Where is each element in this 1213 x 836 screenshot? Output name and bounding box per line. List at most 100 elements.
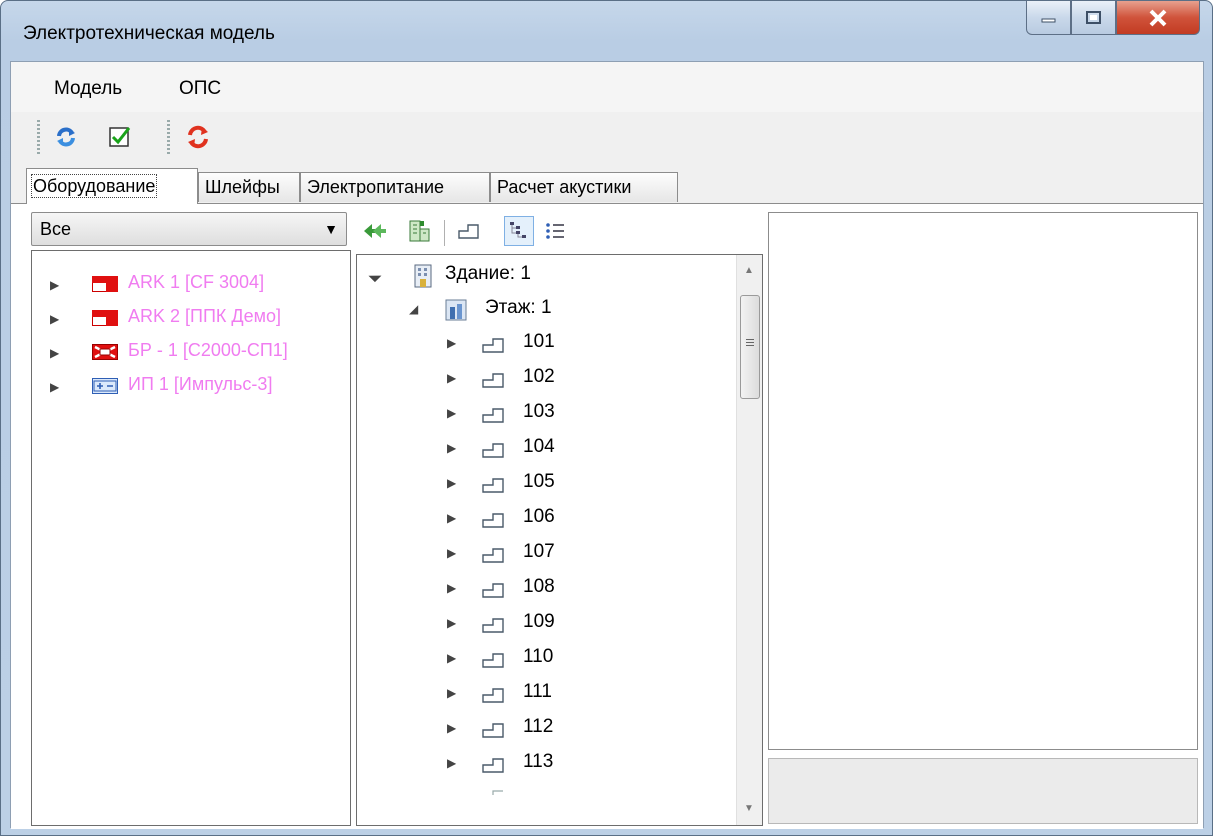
- caption-buttons: [1026, 1, 1200, 35]
- tree-node-room[interactable]: ▶ 105: [357, 467, 737, 501]
- room-icon: [482, 758, 504, 773]
- device-panel: Все ▼ ▶ ARK 1 [CF 3004] ▶ ARK 2 [ППК Дем…: [31, 212, 351, 826]
- expand-arrow-icon[interactable]: ▶: [447, 371, 456, 385]
- expand-arrow-icon[interactable]: ▶: [447, 441, 456, 455]
- power-supply-icon: [92, 378, 118, 394]
- expand-arrow-icon[interactable]: ▶: [447, 336, 456, 350]
- structure-panel: ◢ Здание: 1 ◢ Этаж: 1 ▶ 101 ▶ 102 ▶ 103 …: [356, 212, 763, 826]
- expand-arrow-icon[interactable]: ▶: [447, 686, 456, 700]
- tree-node-room[interactable]: ▶ 113: [357, 747, 737, 781]
- toolbar-grip[interactable]: [37, 120, 40, 156]
- tree-node-room[interactable]: ▶ 101: [357, 327, 737, 361]
- expand-arrow-icon[interactable]: ▶: [447, 721, 456, 735]
- list-item[interactable]: ▶ БР - 1 [С2000-СП1]: [32, 337, 350, 367]
- tab-page-equipment: Все ▼ ▶ ARK 1 [CF 3004] ▶ ARK 2 [ППК Дем…: [11, 203, 1203, 829]
- main-window: Электротехническая модель Модель ОПС Обо…: [0, 0, 1213, 836]
- expand-arrow-icon[interactable]: ▶: [50, 346, 59, 360]
- structure-toolbar: [356, 212, 763, 254]
- list-item[interactable]: ▶ ARK 1 [CF 3004]: [32, 269, 350, 299]
- room-icon: [482, 583, 504, 598]
- expand-arrow-icon[interactable]: ▶: [447, 546, 456, 560]
- title-bar[interactable]: Электротехническая модель: [1, 1, 1212, 61]
- tree-node-building[interactable]: ◢ Здание: 1: [357, 259, 737, 293]
- tree-node-room-partial[interactable]: [357, 785, 737, 797]
- scroll-up-icon[interactable]: ▲: [744, 265, 754, 276]
- tree-node-room[interactable]: ▶ 108: [357, 572, 737, 606]
- expand-arrow-icon[interactable]: ▶: [447, 651, 456, 665]
- menu-ops[interactable]: ОПС: [179, 78, 221, 100]
- device-label: БР - 1 [С2000-СП1]: [128, 340, 288, 360]
- list-item[interactable]: ▶ ARK 2 [ППК Демо]: [32, 303, 350, 333]
- room-label: 112: [523, 716, 554, 737]
- tree-scrollbar[interactable]: ▲ ▼: [736, 255, 762, 825]
- tab-equipment[interactable]: Оборудование: [26, 168, 198, 204]
- menu-model[interactable]: Модель: [54, 78, 122, 100]
- tree-node-room[interactable]: ▶ 111: [357, 677, 737, 711]
- expand-arrow-icon[interactable]: ▶: [447, 616, 456, 630]
- close-button[interactable]: [1116, 1, 1200, 35]
- room-label: 110: [523, 646, 554, 667]
- validate-button[interactable]: [105, 122, 135, 152]
- room-button[interactable]: [454, 216, 484, 246]
- floor-plan-icon: [409, 220, 430, 242]
- tab-power[interactable]: Электропитание: [300, 172, 490, 202]
- tree-node-room[interactable]: ▶ 102: [357, 362, 737, 396]
- tree-node-room[interactable]: ▶ 112: [357, 712, 737, 746]
- device-label: ИП 1 [Импульс-3]: [128, 374, 273, 394]
- toolbar-grip-2[interactable]: [167, 120, 170, 156]
- expand-arrow-icon[interactable]: ▶: [447, 476, 456, 490]
- refresh-icon: [57, 127, 75, 147]
- expand-arrow-icon[interactable]: ▶: [447, 406, 456, 420]
- minimize-button[interactable]: [1026, 1, 1071, 35]
- device-list[interactable]: ▶ ARK 1 [CF 3004] ▶ ARK 2 [ППК Демо] ▶ Б…: [31, 250, 351, 826]
- filter-combobox[interactable]: Все ▼: [31, 212, 347, 246]
- tree-node-floor[interactable]: ◢ Этаж: 1: [357, 293, 737, 327]
- double-arrow-left-icon: [364, 224, 386, 238]
- tree-node-room[interactable]: ▶ 106: [357, 502, 737, 536]
- device-label: ARK 2 [ППК Демо]: [128, 306, 281, 326]
- expand-arrow-icon[interactable]: ▶: [50, 380, 59, 394]
- collapse-arrow-icon[interactable]: ◢: [367, 267, 383, 283]
- refresh-button[interactable]: [51, 122, 81, 152]
- tab-acoustics[interactable]: Расчет акустики: [490, 172, 678, 202]
- list-item[interactable]: ▶ ИП 1 [Импульс-3]: [32, 371, 350, 401]
- scroll-down-icon[interactable]: ▼: [744, 803, 754, 814]
- floor-icon: [445, 299, 467, 321]
- tab-loops[interactable]: Шлейфы: [198, 172, 300, 202]
- expand-arrow-icon[interactable]: ▶: [50, 278, 59, 292]
- scroll-thumb[interactable]: [740, 295, 760, 399]
- room-icon: [482, 513, 504, 528]
- maximize-button[interactable]: [1071, 1, 1116, 35]
- restore-icon: [1085, 10, 1101, 24]
- list-view-button[interactable]: [540, 216, 570, 246]
- grip-icon: [746, 339, 754, 347]
- collapse-arrow-icon[interactable]: ◢: [409, 302, 418, 316]
- tree-node-room[interactable]: ▶ 104: [357, 432, 737, 466]
- room-label: 106: [523, 506, 555, 527]
- close-icon: [1149, 9, 1167, 26]
- structure-tree[interactable]: ◢ Здание: 1 ◢ Этаж: 1 ▶ 101 ▶ 102 ▶ 103 …: [356, 254, 763, 826]
- room-label: 104: [523, 436, 555, 457]
- minimize-icon: [1041, 18, 1055, 22]
- tree-node-room[interactable]: ▶ 103: [357, 397, 737, 431]
- room-label: 111: [523, 681, 552, 702]
- tree-node-room[interactable]: ▶ 107: [357, 537, 737, 571]
- add-structure-button[interactable]: [404, 216, 434, 246]
- chevron-down-icon: ▼: [324, 221, 338, 237]
- room-icon: [482, 618, 504, 633]
- room-label: 103: [523, 401, 555, 422]
- toolbar-separator: [444, 220, 445, 246]
- checkbox-checked-icon: [109, 127, 131, 147]
- sync-button[interactable]: [183, 122, 213, 152]
- panel-red-icon: [92, 276, 118, 292]
- expand-arrow-icon[interactable]: ▶: [50, 312, 59, 326]
- properties-view[interactable]: [768, 212, 1198, 750]
- tree-node-room[interactable]: ▶ 110: [357, 642, 737, 676]
- description-area: [768, 758, 1198, 824]
- expand-arrow-icon[interactable]: ▶: [447, 581, 456, 595]
- expand-arrow-icon[interactable]: ▶: [447, 756, 456, 770]
- expand-arrow-icon[interactable]: ▶: [447, 511, 456, 525]
- tree-node-room[interactable]: ▶ 109: [357, 607, 737, 641]
- tree-view-button[interactable]: [504, 216, 534, 246]
- collapse-all-button[interactable]: [360, 216, 390, 246]
